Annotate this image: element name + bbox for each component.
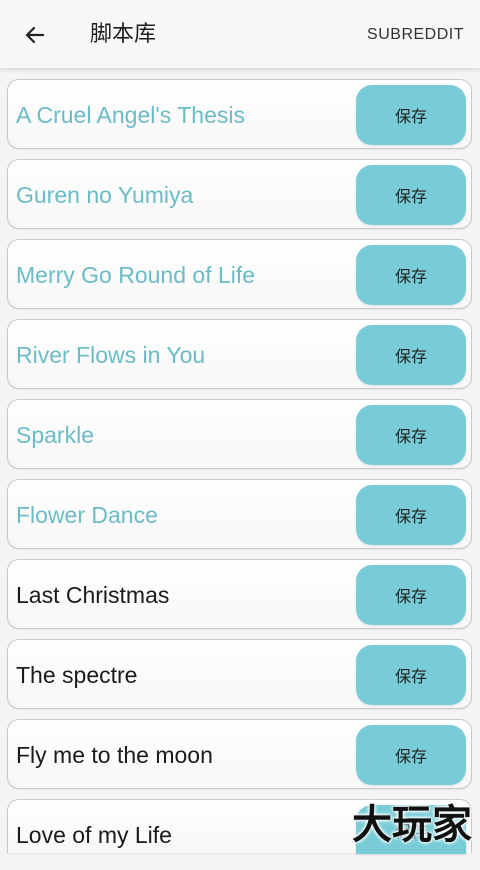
script-row[interactable]: Flower Dance 保存: [7, 479, 472, 549]
script-list[interactable]: A Cruel Angel's Thesis 保存 Guren no Yumiy…: [0, 68, 480, 854]
script-title: Guren no Yumiya: [16, 182, 194, 208]
save-button[interactable]: 保存: [356, 725, 466, 785]
script-row[interactable]: Fly me to the moon 保存: [7, 719, 472, 789]
script-title: Fly me to the moon: [16, 742, 213, 768]
script-row[interactable]: Sparkle 保存: [7, 399, 472, 469]
save-button[interactable]: 保存: [356, 245, 466, 305]
save-button[interactable]: 保存: [356, 165, 466, 225]
arrow-left-icon: [25, 26, 45, 44]
script-row[interactable]: Last Christmas 保存: [7, 559, 472, 629]
script-title: Flower Dance: [16, 502, 158, 528]
script-title: Sparkle: [16, 422, 94, 448]
subreddit-button[interactable]: SUBREDDIT: [367, 18, 464, 52]
script-row[interactable]: Merry Go Round of Life 保存: [7, 239, 472, 309]
script-row[interactable]: River Flows in You 保存: [7, 319, 472, 389]
save-button[interactable]: 保存: [356, 485, 466, 545]
save-button[interactable]: 保存: [356, 405, 466, 465]
script-title: The spectre: [16, 662, 138, 688]
script-row[interactable]: Guren no Yumiya 保存: [7, 159, 472, 229]
script-title: River Flows in You: [16, 342, 206, 368]
script-title: Love of my Life: [16, 822, 172, 848]
watermark-logo: 大玩家: [352, 802, 472, 848]
script-title: Merry Go Round of Life: [16, 262, 256, 288]
script-title: A Cruel Angel's Thesis: [16, 102, 245, 128]
script-title: Last Christmas: [16, 582, 170, 608]
script-row[interactable]: A Cruel Angel's Thesis 保存: [7, 79, 472, 149]
save-button[interactable]: 保存: [356, 85, 466, 145]
app-bar: 脚本库 SUBREDDIT: [0, 0, 480, 68]
save-button[interactable]: 保存: [356, 325, 466, 385]
script-row[interactable]: The spectre 保存: [7, 639, 472, 709]
save-button[interactable]: 保存: [356, 645, 466, 705]
back-button[interactable]: [18, 18, 52, 52]
save-button[interactable]: 保存: [356, 565, 466, 625]
page-title: 脚本库: [90, 22, 157, 47]
